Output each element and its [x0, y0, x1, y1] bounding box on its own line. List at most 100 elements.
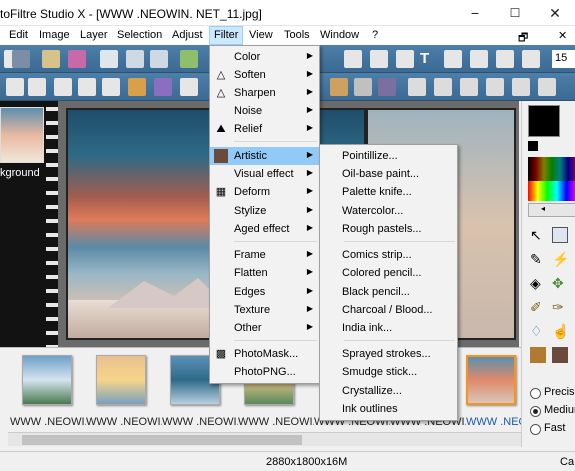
tb2-icon-7[interactable] — [154, 78, 172, 96]
tool-icon-1[interactable] — [344, 50, 362, 68]
thumbnail[interactable] — [96, 355, 146, 405]
artistic-colored-pencil[interactable]: Colored pencil... — [320, 264, 457, 282]
eyedropper-icon[interactable]: ✎ — [530, 251, 542, 268]
medium-radio[interactable] — [530, 406, 541, 417]
paste-icon[interactable] — [100, 50, 118, 68]
tool-icon-2[interactable] — [370, 50, 388, 68]
filter-relief[interactable]: ⛰ Relief ▶ — [210, 120, 319, 138]
artistic-charcoal-blood[interactable]: Charcoal / Blood... — [320, 301, 457, 319]
tb2-icon-5[interactable] — [102, 78, 120, 96]
magic-wand-icon[interactable]: ⚡ — [552, 251, 569, 268]
filter-photopng[interactable]: PhotoPNG... — [210, 363, 319, 381]
tb2-icon-8[interactable] — [180, 78, 198, 96]
stamp-icon[interactable] — [530, 347, 546, 363]
tool-icon-4[interactable] — [444, 50, 462, 68]
tb2-icon-10[interactable] — [354, 78, 372, 96]
photo-icon[interactable] — [552, 347, 568, 363]
filter-sharpen[interactable]: △ Sharpen ▶ — [210, 84, 319, 102]
minimize-button[interactable]: − — [455, 0, 495, 26]
tb2-icon-9[interactable] — [330, 78, 348, 96]
artistic-smudge-stick[interactable]: Smudge stick... — [320, 363, 457, 381]
artistic-crystallize[interactable]: Crystallize... — [320, 382, 457, 400]
tb2-icon-17[interactable] — [538, 78, 556, 96]
filter-visual-effect[interactable]: Visual effect ▶ — [210, 165, 319, 183]
artistic-watercolor[interactable]: Watercolor... — [320, 202, 457, 220]
filter-artistic[interactable]: Artistic ▶ — [210, 147, 319, 165]
filter-soften[interactable]: △ Soften ▶ — [210, 66, 319, 84]
filter-other[interactable]: Other ▶ — [210, 319, 319, 337]
tool-icon-7[interactable] — [522, 50, 540, 68]
filter-frame[interactable]: Frame ▶ — [210, 246, 319, 264]
close-button[interactable]: ✕ — [535, 0, 575, 26]
horizontal-scrollbar[interactable] — [8, 432, 521, 446]
tb2-icon-12[interactable] — [408, 78, 426, 96]
menu-adjust[interactable]: Adjust — [172, 29, 203, 41]
thumbnail-selected[interactable] — [466, 355, 516, 405]
scrollbar-thumb[interactable] — [22, 435, 302, 445]
tb2-icon-4[interactable] — [78, 78, 96, 96]
artistic-rough-pastels[interactable]: Rough pastels... — [320, 220, 457, 238]
foreground-color-swatch[interactable] — [528, 105, 560, 137]
save-icon[interactable] — [12, 50, 30, 68]
text-tool-icon[interactable]: T — [420, 50, 438, 68]
layer-thumbnail[interactable] — [0, 107, 44, 163]
menu-view[interactable]: View — [249, 29, 273, 41]
filter-photomask[interactable]: ▩ PhotoMask... — [210, 345, 319, 363]
tb2-icon-6[interactable] — [128, 78, 146, 96]
tool-icon-3[interactable] — [396, 50, 414, 68]
tb2-icon-2[interactable] — [28, 78, 46, 96]
gradient-icon[interactable]: ✥ — [552, 275, 564, 292]
artistic-oil-base-paint[interactable]: Oil-base paint... — [320, 165, 457, 183]
menu-image[interactable]: Image — [39, 29, 70, 41]
artistic-india-ink[interactable]: India ink... — [320, 319, 457, 337]
filter-deform[interactable]: ▦ Deform ▶ — [210, 183, 319, 201]
tb2-icon-3[interactable] — [54, 78, 72, 96]
tb2-icon-11[interactable] — [378, 78, 396, 96]
print-icon[interactable] — [42, 50, 60, 68]
menu-edit[interactable]: Edit — [9, 29, 28, 41]
color-palette-bright[interactable] — [528, 181, 575, 201]
undo-icon[interactable] — [126, 50, 144, 68]
menu-selection[interactable]: Selection — [117, 29, 162, 41]
brush-icon[interactable]: ✐ — [530, 299, 542, 316]
filter-texture[interactable]: Texture ▶ — [210, 301, 319, 319]
filter-aged-effect[interactable]: Aged effect ▶ — [210, 220, 319, 238]
menu-help[interactable]: ? — [372, 29, 378, 41]
artistic-comics-strip[interactable]: Comics strip... — [320, 246, 457, 264]
tb2-icon-15[interactable] — [486, 78, 504, 96]
thumbnail[interactable] — [22, 355, 72, 405]
select-arrow-icon[interactable]: ↖ — [530, 227, 542, 244]
blur-drop-icon[interactable]: ♢ — [530, 323, 543, 340]
artistic-sprayed-strokes[interactable]: Sprayed strokes... — [320, 345, 457, 363]
clone-icon[interactable] — [552, 227, 568, 243]
palette-scroll[interactable]: ◂ — [528, 203, 575, 217]
fast-radio[interactable] — [530, 424, 541, 435]
artistic-pointillize[interactable]: Pointillize... — [320, 147, 457, 165]
filter-color[interactable]: Color ▶ — [210, 48, 319, 66]
mdi-close-icon[interactable]: ✕ — [558, 29, 567, 42]
tb2-icon-14[interactable] — [460, 78, 478, 96]
menu-filter[interactable]: Filter — [209, 26, 244, 45]
tb2-icon-16[interactable] — [512, 78, 530, 96]
menu-window[interactable]: Window — [320, 29, 359, 41]
fill-bucket-icon[interactable]: ◈ — [530, 275, 541, 292]
filter-flatten[interactable]: Flatten ▶ — [210, 264, 319, 282]
tb2-icon-1[interactable] — [6, 78, 24, 96]
print-preview-icon[interactable] — [68, 50, 86, 68]
artistic-palette-knife[interactable]: Palette knife... — [320, 183, 457, 201]
filter-noise[interactable]: Noise ▶ — [210, 102, 319, 120]
precise-radio[interactable] — [530, 388, 541, 399]
redo-icon[interactable] — [150, 50, 168, 68]
filter-stylize[interactable]: Stylize ▶ — [210, 202, 319, 220]
tool-icon-6[interactable] — [496, 50, 514, 68]
filter-edges[interactable]: Edges ▶ — [210, 283, 319, 301]
pencil-icon[interactable]: ✑ — [552, 299, 564, 316]
smudge-icon[interactable]: ☝ — [552, 323, 569, 340]
zoom-field[interactable]: 15 — [552, 50, 575, 68]
artistic-ink-outlines[interactable]: Ink outlines — [320, 400, 457, 418]
maximize-button[interactable]: ☐ — [495, 0, 535, 26]
menu-layer[interactable]: Layer — [80, 29, 108, 41]
image-icon[interactable] — [180, 50, 198, 68]
artistic-black-pencil[interactable]: Black pencil... — [320, 283, 457, 301]
tb2-icon-13[interactable] — [434, 78, 452, 96]
